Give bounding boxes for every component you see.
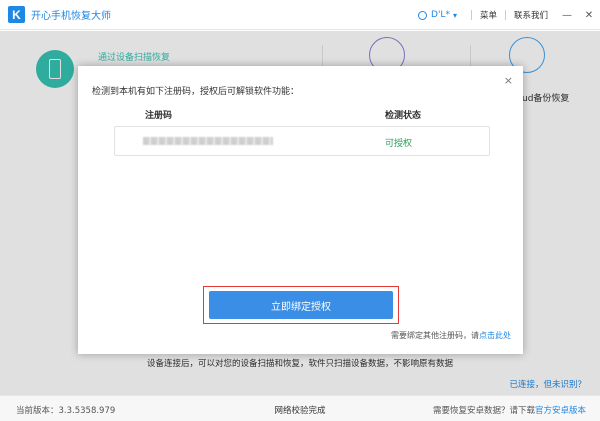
column-header-status: 检测状态 (385, 111, 422, 121)
row-status: 可授权 (385, 139, 413, 149)
bind-other-prefix: 需要绑定其他注册码，请 (391, 331, 479, 340)
bind-license-button[interactable]: 立即绑定授权 (209, 291, 393, 319)
user-icon (418, 10, 428, 20)
contact-us-link[interactable]: 联系我们 (506, 9, 556, 21)
status-bar: 当前版本：3.3.5358.979 网络校验完成 需要恢复安卓数据？请下载官方安… (0, 395, 600, 421)
android-version-link[interactable]: 官方安卓版本 (535, 406, 586, 416)
chevron-down-icon: ▾ (452, 10, 457, 20)
close-icon[interactable]: × (504, 74, 513, 87)
title-bar: K 开心手机恢复大师 D'L* ▾ 菜单 联系我们 — ✕ (0, 0, 600, 30)
user-menu[interactable]: D'L* ▾ (418, 10, 457, 20)
app-logo-icon: K (8, 6, 25, 23)
app-title: 开心手机恢复大师 (31, 11, 111, 22)
android-download: 需要恢复安卓数据？请下载官方安卓版本 (433, 404, 586, 416)
titlebar-controls: D'L* ▾ 菜单 联系我们 — ✕ (418, 0, 600, 30)
bind-other-code: 需要绑定其他注册码，请点击此处 (391, 330, 511, 341)
dialog-message: 检测到本机有如下注册码，授权后可解锁软件功能： (92, 87, 300, 97)
table-row[interactable]: 可授权 (114, 126, 490, 156)
user-name: D'L* (431, 10, 450, 20)
minimize-button[interactable]: — (556, 0, 578, 30)
menu-button[interactable]: 菜单 (472, 9, 505, 21)
license-dialog: × 检测到本机有如下注册码，授权后可解锁软件功能： 注册码 检测状态 可授权 立… (78, 66, 523, 354)
close-window-button[interactable]: ✕ (578, 0, 600, 30)
column-header-code: 注册码 (145, 111, 173, 121)
click-here-link[interactable]: 点击此处 (479, 331, 511, 340)
android-prefix: 需要恢复安卓数据？请下载 (432, 406, 535, 416)
registration-code-blurred (143, 137, 273, 145)
